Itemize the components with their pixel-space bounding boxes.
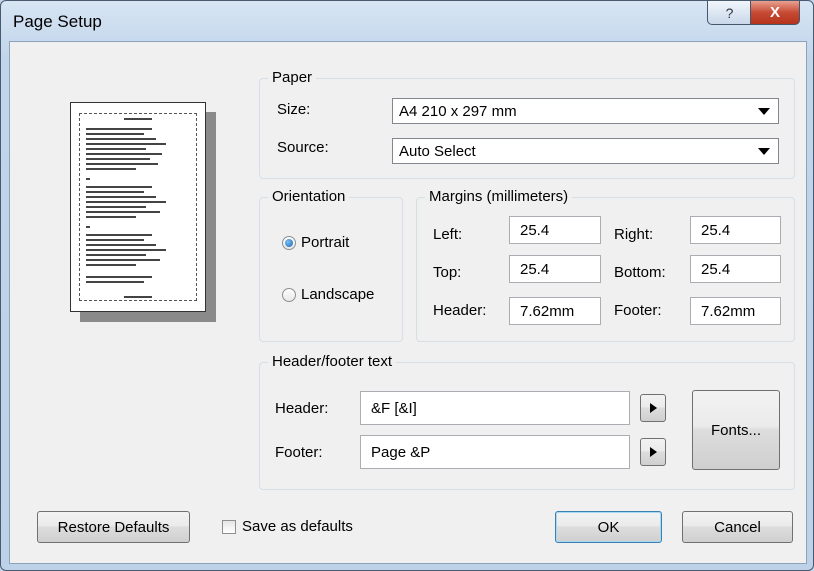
play-triangle-icon <box>649 403 657 413</box>
preview-text-line <box>86 206 146 208</box>
ok-button[interactable]: OK <box>555 511 662 543</box>
preview-text-line <box>86 128 152 130</box>
preview-text-line <box>86 254 146 256</box>
chevron-down-icon <box>758 108 770 115</box>
orientation-group: Orientation Portrait Landscape <box>259 188 403 342</box>
footer-text-label: Footer: <box>275 444 323 461</box>
left-margin-label: Left: <box>433 226 463 243</box>
preview-text-line <box>86 153 162 155</box>
preview-header-line <box>124 118 152 120</box>
footer-text-input[interactable]: Page &P <box>360 435 630 469</box>
source-label: Source: <box>277 139 329 156</box>
header-margin-input[interactable]: 7.62mm <box>509 297 601 325</box>
paper-legend: Paper <box>268 69 317 86</box>
preview-text-line <box>86 239 144 241</box>
header-insert-field-button[interactable] <box>640 394 666 422</box>
right-margin-label: Right: <box>614 226 654 243</box>
preview-text-line <box>86 276 152 278</box>
top-margin-label: Top: <box>433 264 462 281</box>
preview-text-line <box>86 163 158 165</box>
chevron-down-icon <box>758 148 770 155</box>
header-footer-group: Header/footer text Header: &F [&I] Foote… <box>259 353 795 490</box>
preview-text-line <box>86 191 144 193</box>
preview-text-line <box>86 259 160 261</box>
preview-text-line <box>86 264 136 266</box>
paper-size-select[interactable]: A4 210 x 297 mm <box>392 98 779 124</box>
preview-text-line <box>86 143 166 145</box>
preview-page <box>70 102 206 312</box>
radio-selected-icon[interactable] <box>282 236 296 250</box>
paper-source-select[interactable]: Auto Select <box>392 138 779 164</box>
preview-text-line <box>86 133 144 135</box>
restore-defaults-button[interactable]: Restore Defaults <box>37 511 190 543</box>
fonts-button[interactable]: Fonts... <box>692 390 780 470</box>
right-margin-input[interactable]: 25.4 <box>690 216 781 244</box>
footer-insert-field-button[interactable] <box>640 438 666 466</box>
header-text-input[interactable]: &F [&I] <box>360 391 630 425</box>
close-button[interactable]: X <box>750 1 800 25</box>
paper-source-value: Auto Select <box>399 142 476 160</box>
footer-margin-label: Footer: <box>614 302 662 319</box>
preview-text-line <box>86 211 160 213</box>
help-button[interactable]: ? <box>707 1 752 25</box>
bottom-margin-input[interactable]: 25.4 <box>690 255 781 283</box>
left-margin-input[interactable]: 25.4 <box>509 216 601 244</box>
preview-text-line <box>86 201 166 203</box>
preview-footer-line <box>124 296 152 298</box>
preview-text-line <box>86 148 146 150</box>
preview-margin-outline <box>79 113 197 301</box>
size-label: Size: <box>277 101 311 118</box>
preview-text-line <box>86 168 136 170</box>
preview-text-line <box>86 158 150 160</box>
top-margin-input[interactable]: 25.4 <box>509 255 601 283</box>
bottom-margin-label: Bottom: <box>614 264 666 281</box>
preview-text-line <box>86 138 156 140</box>
close-icon: X <box>769 4 780 21</box>
orientation-legend: Orientation <box>268 188 350 205</box>
dialog-body: Paper Size: A4 210 x 297 mm Source: Auto… <box>9 41 807 564</box>
header-footer-legend: Header/footer text <box>268 353 397 370</box>
preview-text-line <box>86 226 90 228</box>
preview-text-line <box>86 249 166 251</box>
preview-text-line <box>86 186 152 188</box>
landscape-label[interactable]: Landscape <box>301 286 374 303</box>
margins-group: Margins (millimeters) Left: 25.4 Right: … <box>416 188 795 342</box>
page-setup-dialog: Page Setup ? X Paper Size: A4 210 x 297 … <box>0 0 814 571</box>
paper-group: Paper Size: A4 210 x 297 mm Source: Auto… <box>259 69 795 179</box>
portrait-label[interactable]: Portrait <box>301 234 349 251</box>
preview-text-line <box>86 281 144 283</box>
play-triangle-icon <box>649 447 657 457</box>
footer-margin-input[interactable]: 7.62mm <box>690 297 781 325</box>
preview-text-line <box>86 196 156 198</box>
radio-unselected-icon[interactable] <box>282 288 296 302</box>
save-as-defaults-label[interactable]: Save as defaults <box>242 518 353 535</box>
preview-text-line <box>86 234 152 236</box>
header-text-label: Header: <box>275 400 329 417</box>
title-bar: Page Setup ? X <box>1 1 813 41</box>
margins-legend: Margins (millimeters) <box>425 188 573 205</box>
help-icon: ? <box>725 4 734 21</box>
preview-text-line <box>86 216 136 218</box>
cancel-button[interactable]: Cancel <box>682 511 793 543</box>
checkbox-unchecked-icon[interactable] <box>222 520 236 534</box>
paper-size-value: A4 210 x 297 mm <box>399 102 517 120</box>
preview-text-line <box>86 244 156 246</box>
window-title: Page Setup <box>13 12 102 31</box>
preview-text-line <box>86 178 90 180</box>
header-margin-label: Header: <box>433 302 487 319</box>
